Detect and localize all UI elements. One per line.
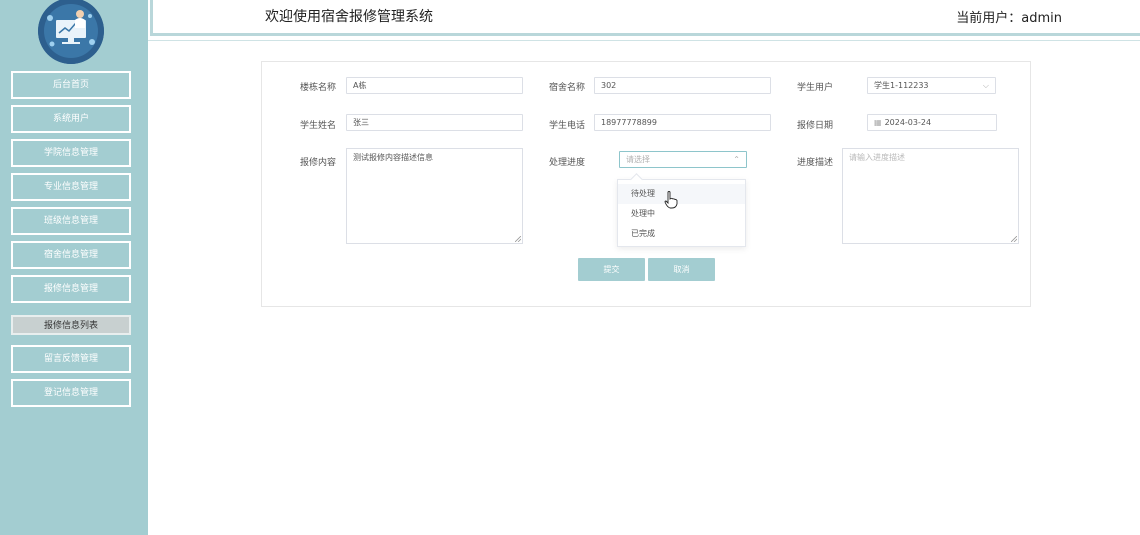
option-pending[interactable]: 待处理 [618, 184, 745, 204]
building-input[interactable]: A栋 [346, 77, 523, 94]
sidebar-item-major[interactable]: 专业信息管理 [11, 173, 131, 201]
dorm-input[interactable]: 302 [594, 77, 771, 94]
chevron-down-icon: ⌵ [982, 81, 989, 90]
option-completed[interactable]: 已完成 [618, 224, 745, 244]
repair-content-label: 报修内容 [300, 158, 337, 168]
sidebar-item-college[interactable]: 学院信息管理 [11, 139, 131, 167]
progress-placeholder: 请选择 [626, 155, 650, 164]
sidebar-item-repair[interactable]: 报修信息管理 [11, 275, 131, 303]
progress-desc-label: 进度描述 [797, 158, 834, 168]
repair-date-label: 报修日期 [797, 121, 834, 131]
doctor-avatar-icon [38, 0, 104, 64]
progress-dropdown: 待处理 处理中 已完成 [617, 179, 746, 247]
sidebar-item-system-users[interactable]: 系统用户 [11, 105, 131, 133]
repair-content-value: 测试报修内容描述信息 [353, 153, 433, 162]
repair-content-textarea[interactable]: 测试报修内容描述信息 [346, 148, 523, 244]
student-user-select[interactable]: 学生1-112233 ⌵ [867, 77, 996, 94]
student-phone-label: 学生电话 [549, 121, 586, 131]
progress-desc-placeholder: 请输入进度描述 [849, 153, 905, 162]
resize-handle-icon[interactable] [515, 236, 521, 242]
sidebar-item-repair-list[interactable]: 报修信息列表 [11, 315, 131, 335]
sidebar-item-dorm[interactable]: 宿舍信息管理 [11, 241, 131, 269]
hand-pointer-icon [664, 191, 678, 209]
submit-button[interactable]: 提交 [578, 258, 645, 281]
student-name-label: 学生姓名 [300, 121, 337, 131]
resize-handle-icon[interactable] [1011, 236, 1017, 242]
chevron-up-icon: ⌃ [733, 155, 740, 164]
sidebar-item-registration[interactable]: 登记信息管理 [11, 379, 131, 407]
student-name-input[interactable]: 张三 [346, 114, 523, 131]
sidebar-item-feedback[interactable]: 留言反馈管理 [11, 345, 131, 373]
system-title: 欢迎使用宿舍报修管理系统 [265, 9, 433, 25]
student-phone-input[interactable]: 18977778899 [594, 114, 771, 131]
progress-label: 处理进度 [549, 158, 586, 168]
sidebar-item-class[interactable]: 班级信息管理 [11, 207, 131, 235]
repair-date-value: 2024-03-24 [884, 118, 932, 127]
current-user: 当前用户：admin [956, 11, 1062, 26]
progress-select[interactable]: 请选择 ⌃ [619, 151, 747, 168]
student-user-label: 学生用户 [797, 83, 834, 93]
student-user-value: 学生1-112233 [874, 81, 929, 90]
progress-desc-textarea[interactable]: 请输入进度描述 [842, 148, 1019, 244]
repair-date-picker[interactable]: ▦ 2024-03-24 [867, 114, 997, 131]
building-label: 楼栋名称 [300, 83, 337, 93]
dorm-label: 宿舍名称 [549, 83, 586, 93]
option-processing[interactable]: 处理中 [618, 204, 745, 224]
sidebar-item-dashboard[interactable]: 后台首页 [11, 71, 131, 99]
cancel-button[interactable]: 取消 [648, 258, 715, 281]
calendar-icon: ▦ [874, 118, 882, 127]
